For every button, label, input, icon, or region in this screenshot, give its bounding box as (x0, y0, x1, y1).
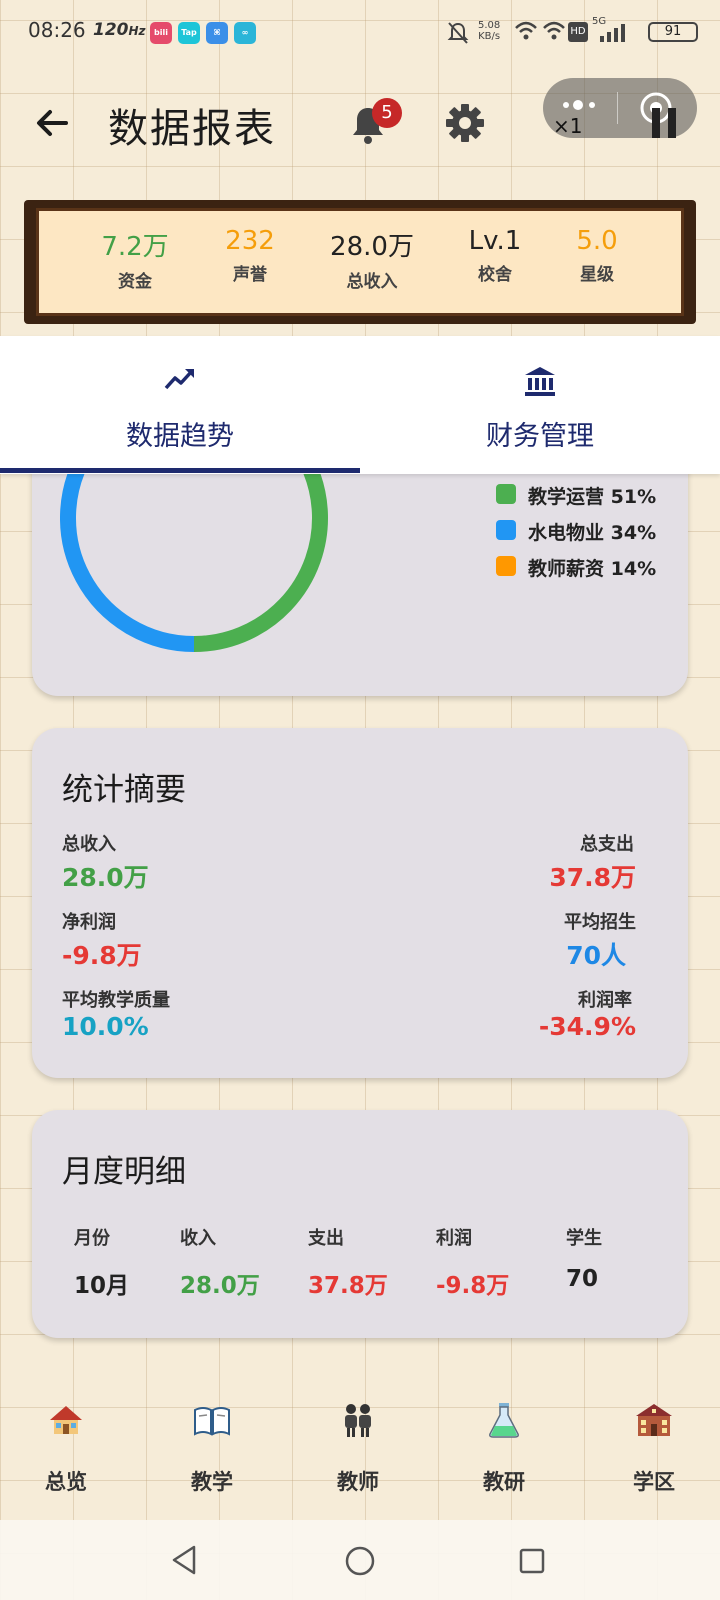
resource-funds: 7.2万 资金 (80, 226, 190, 292)
donut-slice-1 (60, 474, 195, 652)
nav-label: 教师 (337, 1470, 379, 1494)
school-icon (636, 1404, 672, 1436)
app-icon-link: ∞ (234, 22, 256, 44)
tab-label: 数据趋势 (126, 421, 234, 452)
pause-icon[interactable] (652, 108, 676, 138)
avg-quality-value: 10.0% (62, 1012, 149, 1041)
nav-research[interactable]: 教研 (454, 1400, 554, 1510)
resource-value: Lv.1 (468, 226, 522, 256)
nav-teachers[interactable]: 教师 (308, 1400, 408, 1510)
expense-donut-chart (60, 474, 328, 652)
resource-total-income: 28.0万 总收入 (317, 226, 427, 292)
resource-value: 5.0 (576, 226, 618, 256)
refresh-rate: 120Hz (93, 20, 146, 40)
legend-pct: 14% (610, 558, 657, 580)
capsule-divider (617, 92, 618, 124)
resource-reputation: 232 声誉 (195, 226, 305, 285)
book-icon (194, 1407, 230, 1436)
app-icon-tap: Tap (178, 22, 200, 44)
col-header-expense: 支出 (308, 1228, 344, 1249)
system-back-icon[interactable] (170, 1544, 198, 1576)
status-time: 08:26 (28, 18, 86, 42)
tab-data-trends[interactable]: 数据趋势 (0, 336, 360, 474)
resource-campus-level: Lv.1 校舍 (440, 226, 550, 285)
game-speed-label[interactable]: ×1 (553, 114, 582, 138)
resource-label: 校舍 (478, 265, 512, 285)
avg-quality-label: 平均教学质量 (62, 990, 170, 1011)
battery-indicator: 91 (648, 22, 698, 42)
mute-bell-icon (447, 22, 469, 44)
legend-pct: 34% (610, 522, 657, 544)
cell-income: 28.0万 (180, 1273, 260, 1299)
trending-up-icon (164, 369, 194, 390)
net-profit-value: -9.8万 (62, 941, 142, 970)
more-dots-icon[interactable] (562, 98, 598, 112)
total-expense-value: 37.8万 (549, 863, 636, 892)
nav-label: 学区 (633, 1470, 675, 1494)
page-title: 数据报表 (108, 106, 276, 152)
total-income-label: 总收入 (62, 834, 116, 855)
profit-rate-label: 利润率 (578, 990, 632, 1011)
hd-badge: HD (568, 22, 588, 42)
resource-value: 232 (225, 226, 275, 256)
wifi-icon-2 (543, 21, 565, 40)
nav-school-district[interactable]: 学区 (604, 1400, 704, 1510)
cell-expense: 37.8万 (308, 1273, 388, 1299)
net-speed: 5.08 KB/s (478, 20, 501, 42)
back-button[interactable] (30, 100, 76, 146)
avg-enrollment-label: 平均招生 (564, 912, 636, 933)
total-expense-label: 总支出 (580, 834, 634, 855)
bank-icon (525, 367, 555, 396)
teachers-icon (345, 1404, 371, 1437)
avg-enrollment-value: 70人 (566, 941, 626, 970)
legend-swatch (496, 556, 516, 576)
system-home-icon[interactable] (344, 1545, 376, 1577)
tab-finance[interactable]: 财务管理 (360, 336, 720, 474)
app-icon-doc: ⌘ (206, 22, 228, 44)
legend-swatch (496, 484, 516, 504)
cell-profit: -9.8万 (436, 1273, 510, 1299)
col-header-month: 月份 (74, 1228, 110, 1249)
legend-label: 教师薪资 (528, 558, 605, 580)
cell-month: 10月 (74, 1273, 130, 1299)
monthly-title: 月度明细 (62, 1154, 186, 1190)
resource-label: 资金 (118, 272, 152, 292)
legend-swatch (496, 520, 516, 540)
resource-value: 28.0万 (330, 232, 414, 262)
col-header-students: 学生 (566, 1228, 602, 1249)
resource-label: 星级 (580, 265, 614, 285)
col-header-income: 收入 (180, 1228, 216, 1249)
nav-label: 总览 (45, 1470, 87, 1494)
cell-students: 70 (566, 1266, 599, 1292)
signal-icon (600, 24, 625, 42)
nav-teaching[interactable]: 教学 (162, 1400, 262, 1510)
legend-label: 水电物业 (528, 522, 605, 544)
legend-pct: 51% (610, 486, 657, 508)
house-icon (50, 1406, 82, 1434)
resource-label: 声誉 (233, 265, 267, 285)
net-profit-label: 净利润 (62, 912, 116, 933)
legend-label: 教学运营 (528, 486, 605, 508)
tab-label: 财务管理 (486, 421, 594, 452)
settings-gear-icon[interactable] (444, 102, 486, 144)
col-header-profit: 利润 (436, 1228, 472, 1249)
active-tab-indicator (0, 468, 360, 473)
resource-label: 总收入 (346, 272, 398, 292)
profit-rate-value: -34.9% (538, 1012, 636, 1041)
resource-star-rating: 5.0 星级 (542, 226, 652, 285)
notification-badge: 5 (372, 98, 402, 128)
nav-label: 教学 (191, 1470, 233, 1494)
nav-overview[interactable]: 总览 (16, 1400, 116, 1510)
nav-label: 教研 (483, 1470, 525, 1494)
app-icon-bilibili: bili (150, 22, 172, 44)
wifi-icon (515, 21, 537, 40)
resource-value: 7.2万 (101, 232, 169, 262)
summary-title: 统计摘要 (62, 772, 186, 808)
total-income-value: 28.0万 (62, 863, 149, 892)
flask-icon (489, 1403, 519, 1438)
system-recents-icon[interactable] (518, 1547, 546, 1575)
donut-slice-0 (193, 474, 328, 652)
